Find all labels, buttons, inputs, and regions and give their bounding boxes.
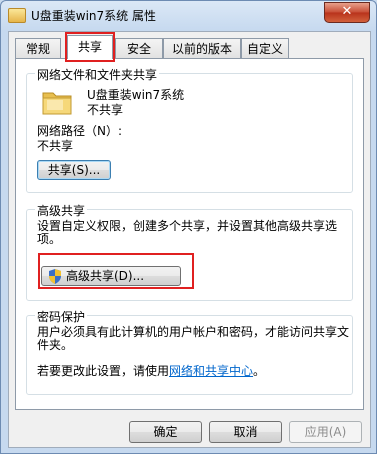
password-protection-group: 密码保护 用户必须具有此计算机的用户帐户和密码，才能访问共享文件夹。 若要更改此…	[26, 308, 353, 395]
network-sharing-center-link[interactable]: 网络和共享中心	[169, 364, 253, 378]
close-button[interactable]: ✕	[324, 2, 370, 23]
tab-customize[interactable]: 自定义	[241, 38, 289, 58]
tab-sharing[interactable]: 共享	[67, 35, 113, 59]
tab-security[interactable]: 安全	[115, 38, 163, 58]
properties-window: U盘重装win7系统 属性 ✕ 常规 共享 安全 以前的版本 自定义 网络文件和…	[0, 0, 377, 454]
folder-large-icon	[42, 92, 72, 115]
advanced-sharing-group: 高级共享 设置自定义权限，创建多个共享，并设置其他高级共享选项。 高级共享(D)…	[26, 202, 353, 301]
folder-icon	[8, 8, 26, 23]
title-bar[interactable]: U盘重装win7系统 属性 ✕	[1, 1, 376, 29]
network-sharing-group: 网络文件和文件夹共享 U盘重装win7系统 不共享 网络路径（N）: 不共享 共…	[26, 66, 353, 193]
window-title: U盘重装win7系统 属性	[31, 9, 156, 23]
advanced-sharing-button[interactable]: 高级共享(D)...	[41, 266, 181, 286]
tab-previous-versions[interactable]: 以前的版本	[163, 38, 241, 58]
cancel-button[interactable]: 取消	[209, 421, 282, 443]
folder-share-status: 不共享	[87, 103, 124, 117]
change-setting-suffix: 。	[253, 364, 266, 378]
change-setting-text: 若要更改此设置，请使用网络和共享中心。	[37, 362, 265, 379]
share-button[interactable]: 共享(S)...	[37, 160, 111, 180]
uac-shield-icon	[49, 269, 61, 284]
apply-button[interactable]: 应用(A)	[289, 421, 362, 443]
tab-general[interactable]: 常规	[15, 38, 61, 58]
advanced-sharing-description: 设置自定义权限，创建多个共享，并设置其他高级共享选项。	[37, 219, 338, 246]
sharing-panel: 网络文件和文件夹共享 U盘重装win7系统 不共享 网络路径（N）: 不共享 共…	[15, 58, 364, 410]
advanced-sharing-heading: 高级共享	[35, 202, 88, 219]
password-protection-description: 用户必须具有此计算机的用户帐户和密码，才能访问共享文件夹。	[37, 325, 350, 352]
dialog-client-area: 常规 共享 安全 以前的版本 自定义 网络文件和文件夹共享 U盘重装win7系统…	[8, 31, 371, 448]
change-setting-prefix: 若要更改此设置，请使用	[37, 364, 170, 378]
password-protection-heading: 密码保护	[35, 308, 88, 325]
advanced-sharing-button-label: 高级共享(D)...	[66, 269, 145, 283]
ok-button[interactable]: 确定	[129, 421, 202, 443]
network-sharing-heading: 网络文件和文件夹共享	[35, 66, 160, 83]
network-path-value: 不共享	[37, 139, 74, 153]
